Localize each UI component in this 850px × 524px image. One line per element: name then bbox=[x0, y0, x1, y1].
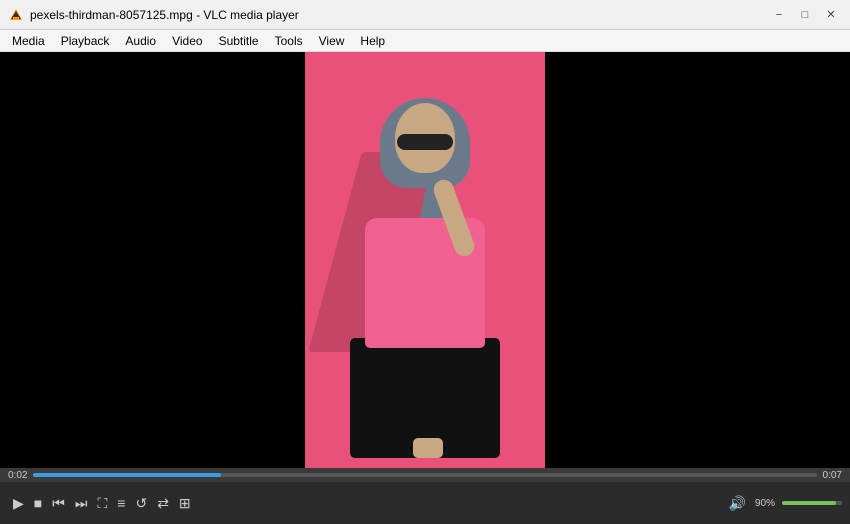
seek-bar[interactable] bbox=[33, 473, 816, 477]
left-letterbox bbox=[0, 52, 305, 468]
play-button[interactable]: ▶ bbox=[8, 493, 29, 514]
menu-audio[interactable]: Audio bbox=[117, 32, 164, 50]
fullscreen-button[interactable]: ⛶ bbox=[92, 493, 112, 514]
playback-buttons: ▶ ■ ⏮ ⏭ ⛶ ≡ ↺ ⇄ ⊞ 🔊 90% bbox=[0, 482, 850, 524]
time-total: 0:07 bbox=[823, 470, 842, 481]
close-button[interactable]: ✕ bbox=[820, 4, 842, 26]
right-letterbox bbox=[545, 52, 850, 468]
stop-button[interactable]: ■ bbox=[29, 493, 47, 513]
volume-icon[interactable]: 🔊 bbox=[724, 493, 751, 514]
prev-button[interactable]: ⏮ bbox=[47, 493, 70, 514]
volume-bar[interactable] bbox=[782, 501, 842, 505]
loop-button[interactable]: ↺ bbox=[130, 493, 152, 514]
seek-bar-fill bbox=[33, 473, 221, 477]
extended-settings-button[interactable]: ≡ bbox=[112, 493, 130, 513]
menu-bar: Media Playback Audio Video Subtitle Tool… bbox=[0, 30, 850, 52]
menu-media[interactable]: Media bbox=[4, 32, 53, 50]
menu-help[interactable]: Help bbox=[352, 32, 393, 50]
menu-playback[interactable]: Playback bbox=[53, 32, 118, 50]
next-button[interactable]: ⏭ bbox=[70, 493, 93, 514]
title-bar: pexels-thirdman-8057125.mpg - VLC media … bbox=[0, 0, 850, 30]
vlc-icon bbox=[8, 7, 24, 23]
menu-tools[interactable]: Tools bbox=[267, 32, 311, 50]
volume-bar-fill bbox=[782, 501, 836, 505]
volume-controls: 🔊 90% bbox=[724, 493, 842, 514]
controls-panel: 0:02 0:07 ▶ ■ ⏮ ⏭ ⛶ ≡ ↺ ⇄ ⊞ 🔊 90% bbox=[0, 468, 850, 524]
menu-view[interactable]: View bbox=[311, 32, 353, 50]
video-area bbox=[0, 52, 850, 468]
random-button[interactable]: ⇄ bbox=[152, 493, 174, 514]
menu-subtitle[interactable]: Subtitle bbox=[211, 32, 267, 50]
seek-bar-container[interactable]: 0:02 0:07 bbox=[0, 468, 850, 482]
time-elapsed: 0:02 bbox=[8, 470, 27, 481]
volume-percent: 90% bbox=[755, 498, 775, 509]
toggle-playlist-button[interactable]: ⊞ bbox=[174, 493, 196, 514]
video-frame bbox=[305, 52, 545, 468]
maximize-button[interactable]: □ bbox=[794, 4, 816, 26]
minimize-button[interactable]: − bbox=[768, 4, 790, 26]
window-title: pexels-thirdman-8057125.mpg - VLC media … bbox=[30, 8, 768, 22]
menu-video[interactable]: Video bbox=[164, 32, 210, 50]
window-controls: − □ ✕ bbox=[768, 4, 842, 26]
